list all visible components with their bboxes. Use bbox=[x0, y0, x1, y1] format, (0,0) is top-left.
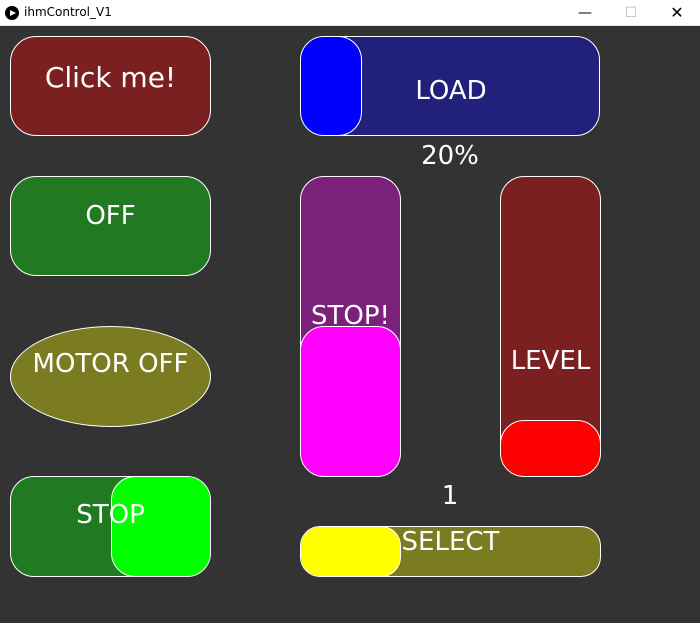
select-switch[interactable]: SELECT bbox=[300, 526, 601, 577]
window-title: ihmControl_V1 bbox=[24, 5, 112, 19]
app-play-icon bbox=[5, 6, 19, 20]
stop-toggle[interactable]: STOP bbox=[10, 476, 211, 577]
stop-vertical-slider[interactable]: STOP! bbox=[300, 176, 401, 477]
motor-off-button[interactable]: MOTOR OFF bbox=[10, 326, 211, 427]
title-bar: ihmControl_V1 — ☐ ✕ bbox=[0, 0, 700, 26]
off-button[interactable]: OFF bbox=[10, 176, 211, 276]
level-vertical-slider-handle[interactable] bbox=[501, 420, 600, 476]
load-slider-label: LOAD bbox=[415, 76, 487, 106]
stop-toggle-label: STOP bbox=[76, 500, 145, 530]
level-vertical-slider[interactable]: LEVEL bbox=[500, 176, 601, 477]
stop-vertical-slider-handle[interactable] bbox=[301, 326, 400, 476]
select-switch-label: SELECT bbox=[401, 527, 500, 557]
load-value-readout: 20% bbox=[421, 141, 479, 171]
load-slider[interactable]: LOAD bbox=[300, 36, 600, 136]
click-me-label: Click me! bbox=[44, 61, 177, 94]
motor-off-label: MOTOR OFF bbox=[32, 349, 189, 379]
level-vertical-slider-label: LEVEL bbox=[510, 346, 591, 376]
select-value-readout: 1 bbox=[441, 481, 459, 511]
click-me-button[interactable]: Click me! bbox=[10, 36, 211, 136]
off-label: OFF bbox=[85, 201, 136, 231]
close-icon[interactable]: ✕ bbox=[654, 0, 700, 26]
minimize-icon[interactable]: — bbox=[562, 0, 608, 26]
maximize-icon[interactable]: ☐ bbox=[608, 0, 654, 26]
stop-vertical-slider-label: STOP! bbox=[311, 301, 390, 331]
